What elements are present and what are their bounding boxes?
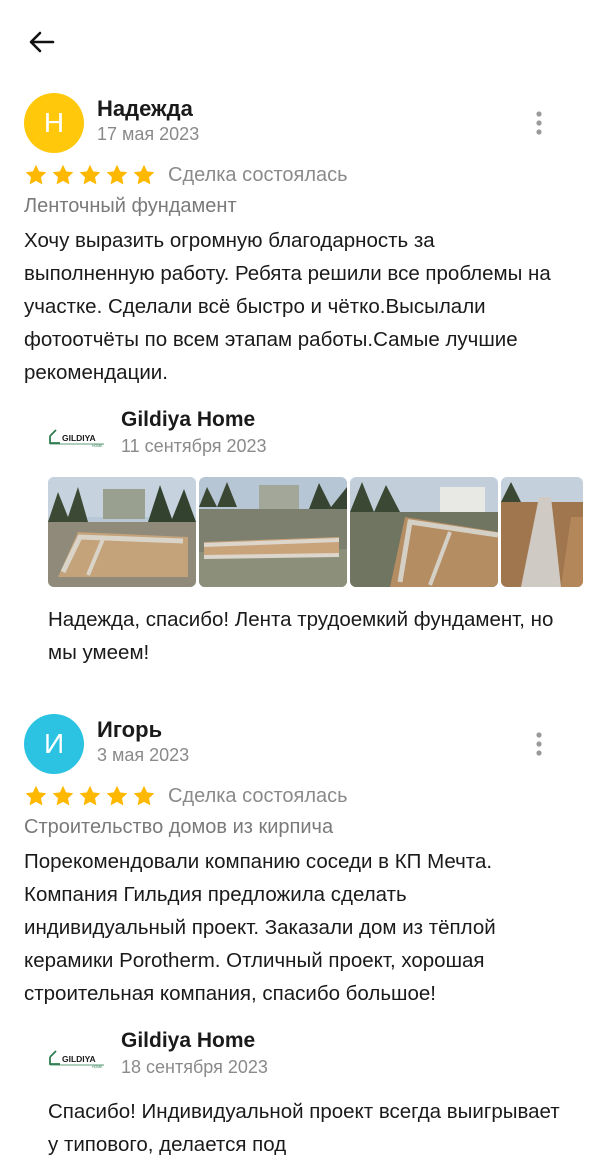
svg-text:GILDIYA: GILDIYA [62, 1054, 96, 1064]
review-author: Игорь [97, 717, 163, 742]
reply-date: 18 сентября 2023 [121, 1057, 268, 1077]
service-name: Ленточный фундамент [24, 195, 237, 217]
foundation-photo-1[interactable] [48, 477, 196, 587]
company-logo: GILDIYA HOME [48, 1041, 108, 1071]
review-text: Хочу выразить огромную благодарность за … [24, 229, 551, 384]
star-icon [79, 164, 101, 185]
more-options-button[interactable] [528, 729, 550, 759]
review-date: 3 мая 2023 [97, 745, 190, 765]
back-button[interactable] [26, 26, 58, 58]
deal-status: Сделка состоялась [168, 784, 348, 807]
foundation-photo-2[interactable] [199, 477, 347, 587]
foundation-photo-4[interactable] [501, 477, 583, 587]
avatar-letter: Н [43, 107, 65, 138]
star-icon [133, 785, 155, 806]
star-icon [52, 164, 74, 185]
more-options-button[interactable] [528, 108, 550, 138]
avatar-letter: И [43, 728, 65, 759]
arrow-left-icon [29, 31, 55, 53]
reply-text: Надежда, спасибо! Лента трудоемкий фунда… [48, 608, 554, 664]
company-logo: GILDIYA HOME [48, 420, 108, 450]
service-name: Строительство домов из кирпича [24, 816, 334, 838]
reply-company-name: Gildiya Home [121, 408, 256, 431]
star-icon [106, 164, 128, 185]
review-date: 17 мая 2023 [97, 124, 200, 144]
star-rating [24, 163, 156, 187]
avatar: Н [24, 93, 84, 153]
star-icon [25, 785, 47, 806]
deal-status: Сделка состоялась [168, 163, 348, 186]
foundation-photo-3[interactable] [350, 477, 498, 587]
svg-text:GILDIYA: GILDIYA [62, 433, 96, 443]
star-icon [52, 785, 74, 806]
review-author: Надежда [97, 96, 193, 121]
reply-text: Спасибо! Индивидуальной проект всегда вы… [48, 1100, 560, 1156]
star-icon [25, 164, 47, 185]
svg-text:HOME: HOME [92, 444, 103, 448]
more-vertical-icon [536, 111, 542, 135]
avatar: И [24, 714, 84, 774]
more-vertical-icon [536, 732, 542, 756]
photo-gallery [48, 477, 583, 587]
reply-company-name: Gildiya Home [121, 1029, 256, 1052]
rating-row: Сделка состоялась [24, 782, 348, 810]
star-icon [106, 785, 128, 806]
star-icon [79, 785, 101, 806]
star-icon [133, 164, 155, 185]
reply-date: 11 сентября 2023 [121, 436, 267, 456]
rating-row: Сделка состоялась [24, 161, 348, 189]
review-text: Порекомендовали компанию соседи в КП Меч… [24, 850, 496, 1005]
star-rating [24, 784, 156, 808]
svg-text:HOME: HOME [92, 1065, 103, 1069]
